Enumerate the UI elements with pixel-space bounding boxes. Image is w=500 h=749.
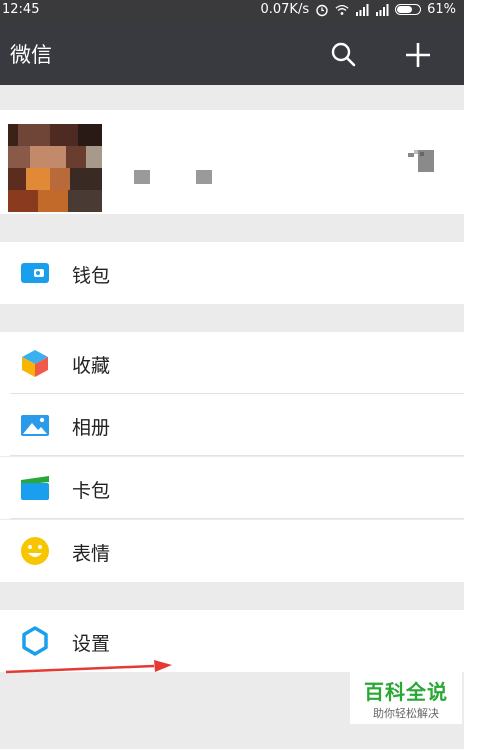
menu-label-album: 相册 xyxy=(72,417,111,439)
menu-label-stickers: 表情 xyxy=(72,543,111,565)
red-arrow-annotation xyxy=(5,660,172,674)
status-time: 12:45 xyxy=(2,2,40,17)
divider xyxy=(10,518,464,519)
wallet-icon xyxy=(20,258,50,288)
watermark-subtitle: 助你轻松解决 xyxy=(373,707,439,720)
status-right: 0.07K/s 61% xyxy=(260,2,456,17)
settings-gear-icon xyxy=(20,626,50,656)
watermark: 百科全说 助你轻松解决 xyxy=(350,672,462,724)
battery-percent: 61% xyxy=(427,2,456,17)
avatar[interactable] xyxy=(8,124,102,212)
network-speed: 0.07K/s xyxy=(260,2,310,17)
wechat-me-screen: 12:45 0.07K/s 61% 微信 钱包 收藏 相册 卡包 表情 设置 xyxy=(0,0,464,749)
search-icon[interactable] xyxy=(328,39,358,69)
status-bar: 12:45 0.07K/s 61% xyxy=(0,0,464,22)
alarm-icon xyxy=(315,3,329,17)
card-package-icon xyxy=(20,473,50,503)
menu-label-favorites: 收藏 xyxy=(72,355,111,377)
menu-label-settings: 设置 xyxy=(72,633,111,655)
battery-icon xyxy=(395,4,422,15)
menu-item-album[interactable]: 相册 xyxy=(0,394,464,456)
menu-label-cards: 卡包 xyxy=(72,480,111,502)
album-icon xyxy=(20,410,50,440)
menu-item-cards[interactable]: 卡包 xyxy=(0,457,464,519)
menu-item-favorites[interactable]: 收藏 xyxy=(0,332,464,394)
wifi-icon xyxy=(335,3,349,17)
favorites-cube-icon xyxy=(20,348,50,378)
page-title: 微信 xyxy=(10,43,52,67)
signal-icon xyxy=(375,3,389,17)
menu-label-wallet: 钱包 xyxy=(72,265,111,287)
divider xyxy=(10,455,464,456)
smiley-icon xyxy=(20,536,50,566)
plus-icon[interactable] xyxy=(402,39,434,71)
nickname-blur xyxy=(134,170,150,184)
signal-icon xyxy=(355,3,369,17)
menu-item-stickers[interactable]: 表情 xyxy=(0,520,464,582)
app-header: 微信 xyxy=(0,22,464,85)
nickname-blur xyxy=(196,170,212,184)
watermark-title: 百科全说 xyxy=(364,680,448,704)
menu-item-wallet[interactable]: 钱包 xyxy=(0,242,464,304)
qr-code-icon[interactable] xyxy=(408,150,434,172)
profile-card[interactable] xyxy=(0,110,464,214)
